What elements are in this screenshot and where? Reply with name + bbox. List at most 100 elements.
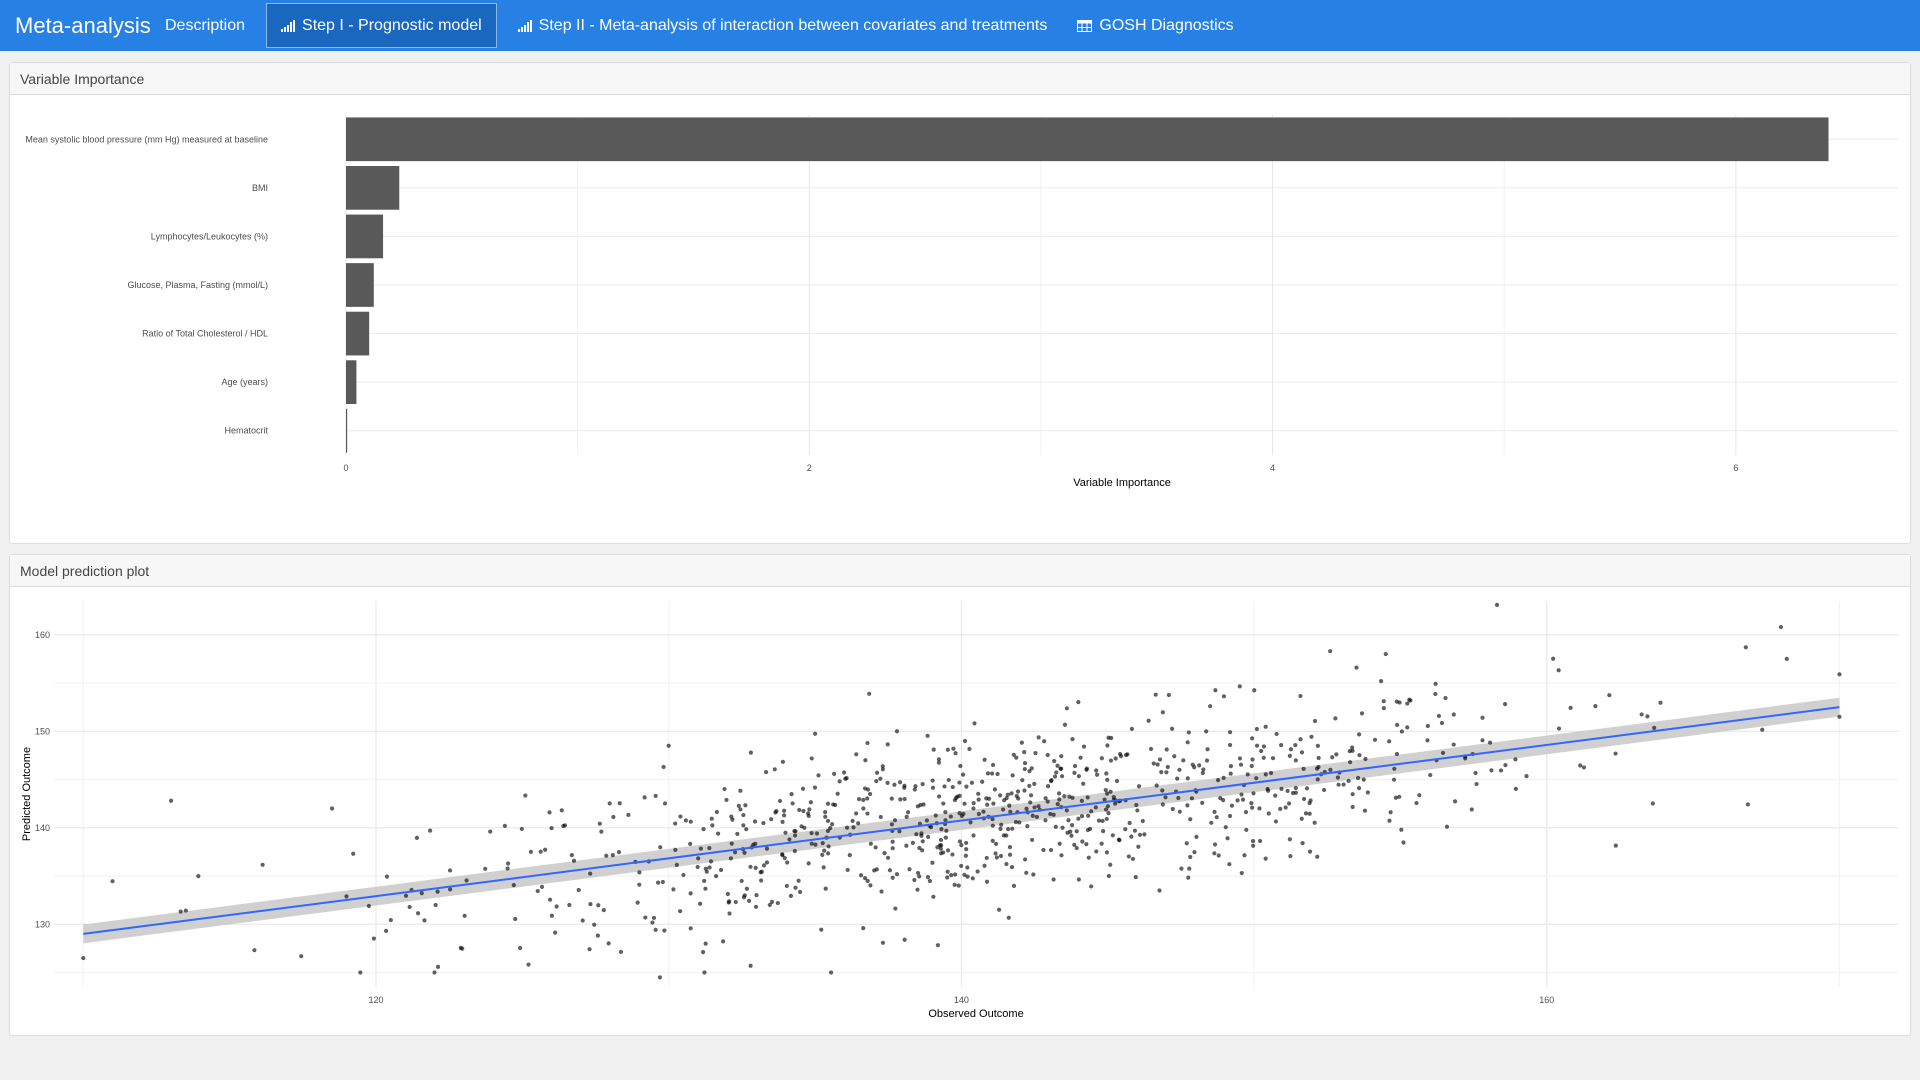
data-point: [962, 801, 967, 806]
data-point: [1257, 806, 1262, 811]
data-point: [790, 801, 795, 806]
data-point: [887, 868, 893, 873]
data-point: [1333, 716, 1338, 721]
data-point: [388, 917, 393, 923]
data-point: [780, 819, 785, 824]
data-point: [610, 853, 615, 858]
data-point: [843, 776, 848, 781]
data-point: [990, 762, 996, 768]
data-point: [1065, 830, 1070, 835]
data-point: [1029, 766, 1034, 771]
data-point: [587, 947, 592, 952]
data-point: [580, 918, 585, 923]
data-point: [1015, 789, 1021, 794]
tab-step-2-meta-analysis[interactable]: Step II - Meta-analysis of interaction b…: [503, 0, 1063, 51]
data-point: [1341, 782, 1346, 787]
data-point: [1439, 720, 1445, 726]
data-point: [1177, 767, 1182, 772]
data-point: [1076, 699, 1081, 705]
data-point: [1394, 751, 1400, 757]
data-point: [832, 771, 837, 776]
data-point: [637, 870, 642, 875]
data-point: [943, 810, 948, 815]
data-point: [1043, 818, 1048, 823]
data-point: [1293, 742, 1298, 748]
data-point: [505, 866, 510, 871]
data-point: [733, 899, 738, 905]
data-point: [984, 855, 989, 861]
data-point: [1069, 833, 1074, 838]
data-point: [1185, 740, 1190, 745]
data-point: [1359, 711, 1365, 716]
data-point: [1263, 772, 1268, 777]
data-point: [993, 841, 999, 846]
x-axis-label: Variable Importance: [1073, 477, 1171, 489]
data-point: [912, 877, 917, 883]
data-point: [727, 899, 732, 904]
data-point: [519, 826, 524, 832]
data-point: [1051, 877, 1056, 882]
data-point: [813, 731, 818, 736]
data-point: [735, 831, 740, 837]
data-point: [462, 913, 467, 918]
data-point: [432, 970, 437, 975]
data-point: [806, 861, 811, 866]
data-point: [1108, 862, 1113, 867]
data-point: [547, 810, 552, 815]
data-point: [1151, 761, 1156, 766]
data-point: [936, 760, 942, 765]
data-point: [1204, 758, 1210, 763]
data-point: [912, 787, 917, 792]
data-point: [814, 831, 820, 836]
data-point: [1743, 645, 1748, 650]
data-point: [1300, 841, 1305, 846]
data-point: [763, 769, 769, 775]
data-point: [736, 803, 741, 808]
data-point: [1045, 784, 1051, 789]
data-point: [1303, 811, 1309, 816]
data-point: [1293, 785, 1298, 791]
data-point: [1160, 802, 1165, 807]
data-point: [1109, 735, 1114, 741]
data-point: [1433, 691, 1438, 697]
data-point: [1363, 756, 1368, 762]
data-point: [1244, 827, 1249, 832]
data-point: [820, 852, 825, 857]
data-point: [850, 818, 855, 823]
data-point: [1059, 766, 1064, 771]
data-point: [1273, 819, 1279, 824]
data-point: [1401, 840, 1406, 845]
data-point: [604, 853, 609, 858]
data-point: [880, 764, 885, 769]
data-point: [999, 822, 1004, 827]
data-point: [651, 915, 657, 921]
data-point: [865, 740, 870, 746]
data-point: [1307, 849, 1313, 854]
app-title[interactable]: Meta-analysis: [0, 0, 151, 51]
data-point: [701, 826, 706, 832]
data-point: [1315, 777, 1320, 782]
data-point: [1205, 747, 1210, 752]
data-point: [1022, 760, 1028, 766]
tab-step-1-prognostic-model[interactable]: Step I - Prognostic model: [266, 3, 497, 48]
data-point: [976, 797, 981, 802]
tab-gosh-diagnostics[interactable]: GOSH Diagnostics: [1062, 0, 1248, 51]
data-point: [938, 843, 943, 848]
data-point: [867, 791, 873, 797]
data-point: [1136, 784, 1142, 789]
data-point: [1607, 693, 1612, 698]
data-point: [1059, 853, 1064, 858]
data-point: [1556, 726, 1562, 731]
data-point: [1079, 814, 1085, 819]
data-point: [703, 886, 708, 891]
data-point: [371, 936, 376, 941]
data-point: [894, 729, 900, 734]
data-point: [1034, 814, 1040, 820]
data-point: [1204, 729, 1209, 734]
bar: [346, 117, 1829, 162]
data-point: [539, 884, 545, 890]
tab-description[interactable]: Description: [150, 0, 260, 51]
data-point: [1032, 805, 1037, 810]
data-point: [1221, 694, 1227, 699]
data-point: [743, 803, 748, 808]
